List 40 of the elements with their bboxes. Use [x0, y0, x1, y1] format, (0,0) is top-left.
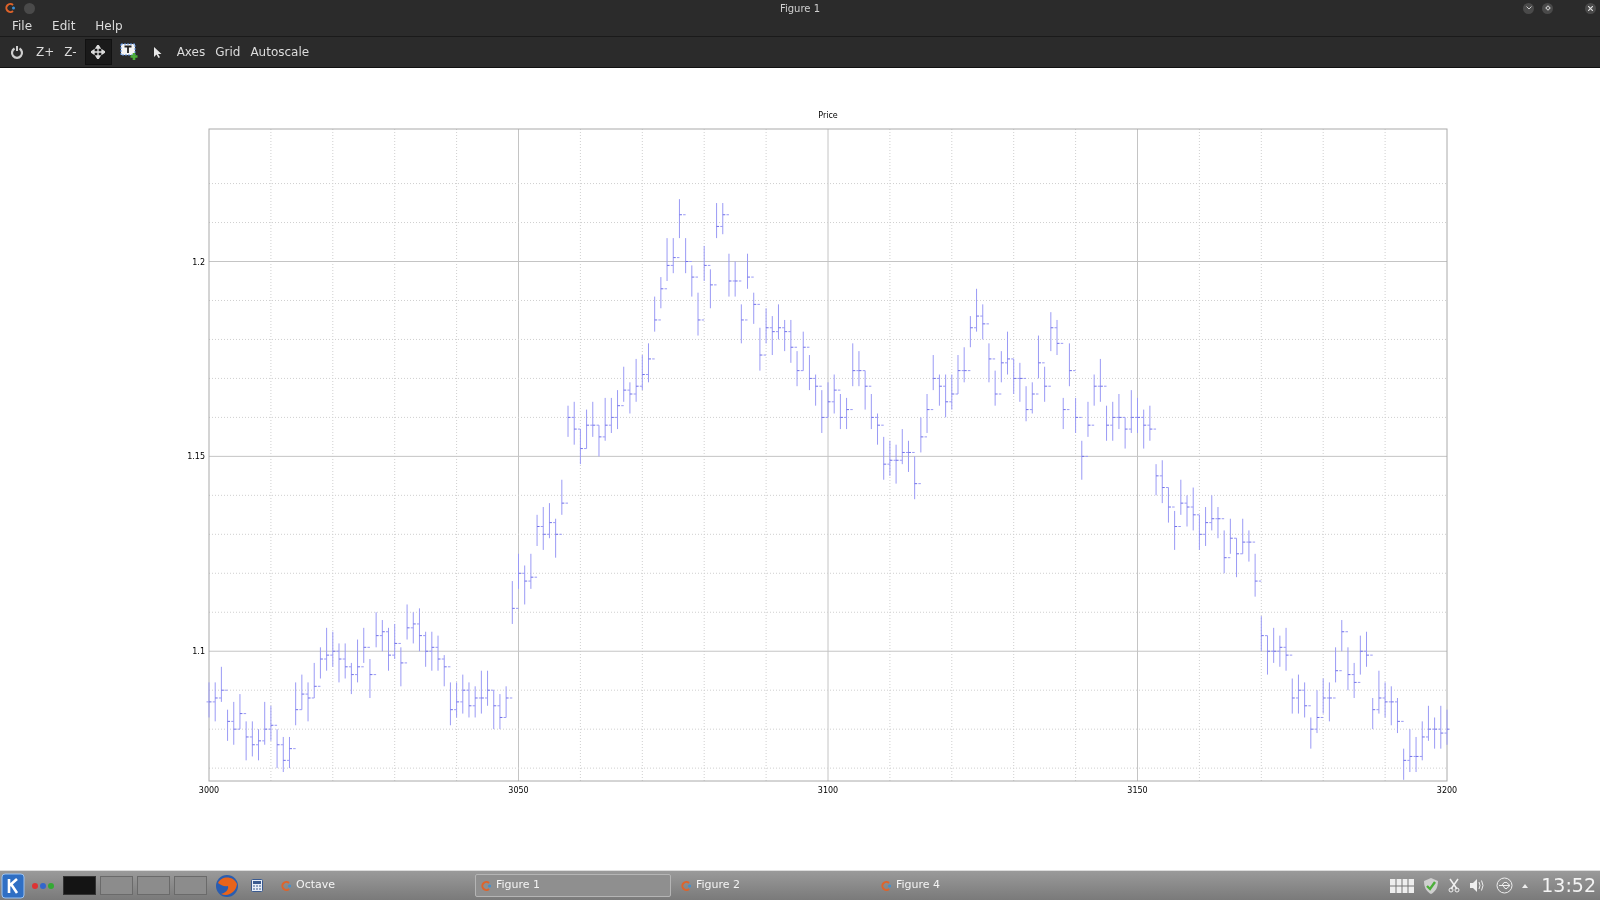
menu-item[interactable]: File [10, 17, 35, 35]
y-tick-label: 1.1 [192, 647, 205, 657]
insert-text-icon[interactable] [119, 43, 139, 61]
app-logo-icon [4, 2, 16, 14]
y-tick-label: 1.15 [187, 452, 205, 462]
app-logo-icon [880, 879, 892, 892]
shield-check-icon[interactable] [1423, 876, 1440, 895]
x-tick-label: 3100 [817, 786, 839, 795]
y-tick-label: 1.2 [192, 257, 205, 267]
x-tick-label: 3000 [198, 786, 220, 795]
app-logo-icon [480, 879, 492, 892]
close-button[interactable] [1585, 2, 1596, 14]
keyboard-icon[interactable] [1390, 878, 1415, 893]
toolbar-button[interactable]: Autoscale [248, 43, 312, 61]
x-tick-label: 3050 [508, 786, 529, 795]
zoom-button[interactable]: Z- [62, 43, 79, 61]
calculator-icon[interactable] [251, 879, 263, 892]
close-icon [1588, 5, 1593, 11]
maximize-button[interactable] [1542, 2, 1553, 14]
start-menu-icon[interactable] [1, 872, 25, 899]
chart-title: Price [818, 111, 838, 120]
minimize-button[interactable] [1523, 2, 1534, 14]
app-logo-icon [680, 879, 692, 892]
scissors-icon[interactable] [1448, 878, 1461, 893]
x-tick-label: 3200 [1436, 786, 1458, 795]
activities-icon[interactable] [31, 880, 57, 891]
window-title: Figure 1 [779, 1, 821, 16]
menu-item[interactable]: Edit [50, 17, 78, 35]
app-logo-icon [280, 879, 292, 892]
usb-icon[interactable] [1496, 877, 1514, 894]
pointer-icon[interactable] [152, 45, 163, 59]
tray-expand-icon[interactable] [1522, 883, 1529, 888]
toolbar-button[interactable]: Grid [213, 43, 243, 61]
toolbar-button[interactable]: Axes [174, 43, 208, 61]
pan-tool-button[interactable] [84, 39, 112, 65]
chevron-down-icon [1525, 6, 1532, 10]
x-tick-label: 3150 [1127, 786, 1148, 795]
move-arrows-icon [91, 45, 106, 59]
menu-item[interactable]: Help [93, 17, 125, 35]
zoom-button[interactable]: Z+ [34, 43, 57, 61]
